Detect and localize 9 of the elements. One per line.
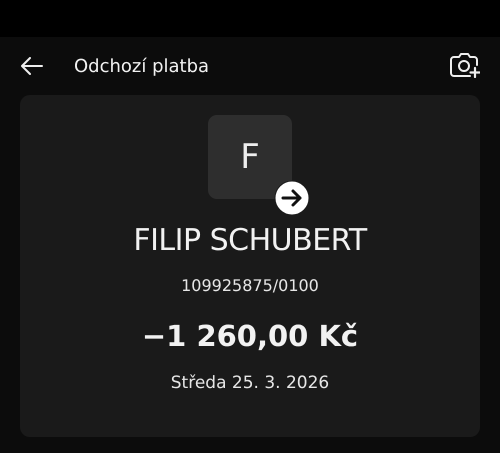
account-number: 109925875/0100 — [181, 276, 319, 295]
recipient-name: FILIP SCHUBERT — [133, 223, 367, 258]
amount: −1 260,00 Kč — [142, 319, 358, 353]
screen-title: Odchozí platba — [74, 56, 210, 76]
payment-date: Středa 25. 3. 2026 — [170, 373, 330, 393]
back-icon[interactable] — [21, 57, 43, 75]
avatar: F — [208, 115, 292, 199]
camera-plus-icon[interactable] — [450, 52, 480, 78]
arrow-right-icon — [274, 180, 310, 216]
